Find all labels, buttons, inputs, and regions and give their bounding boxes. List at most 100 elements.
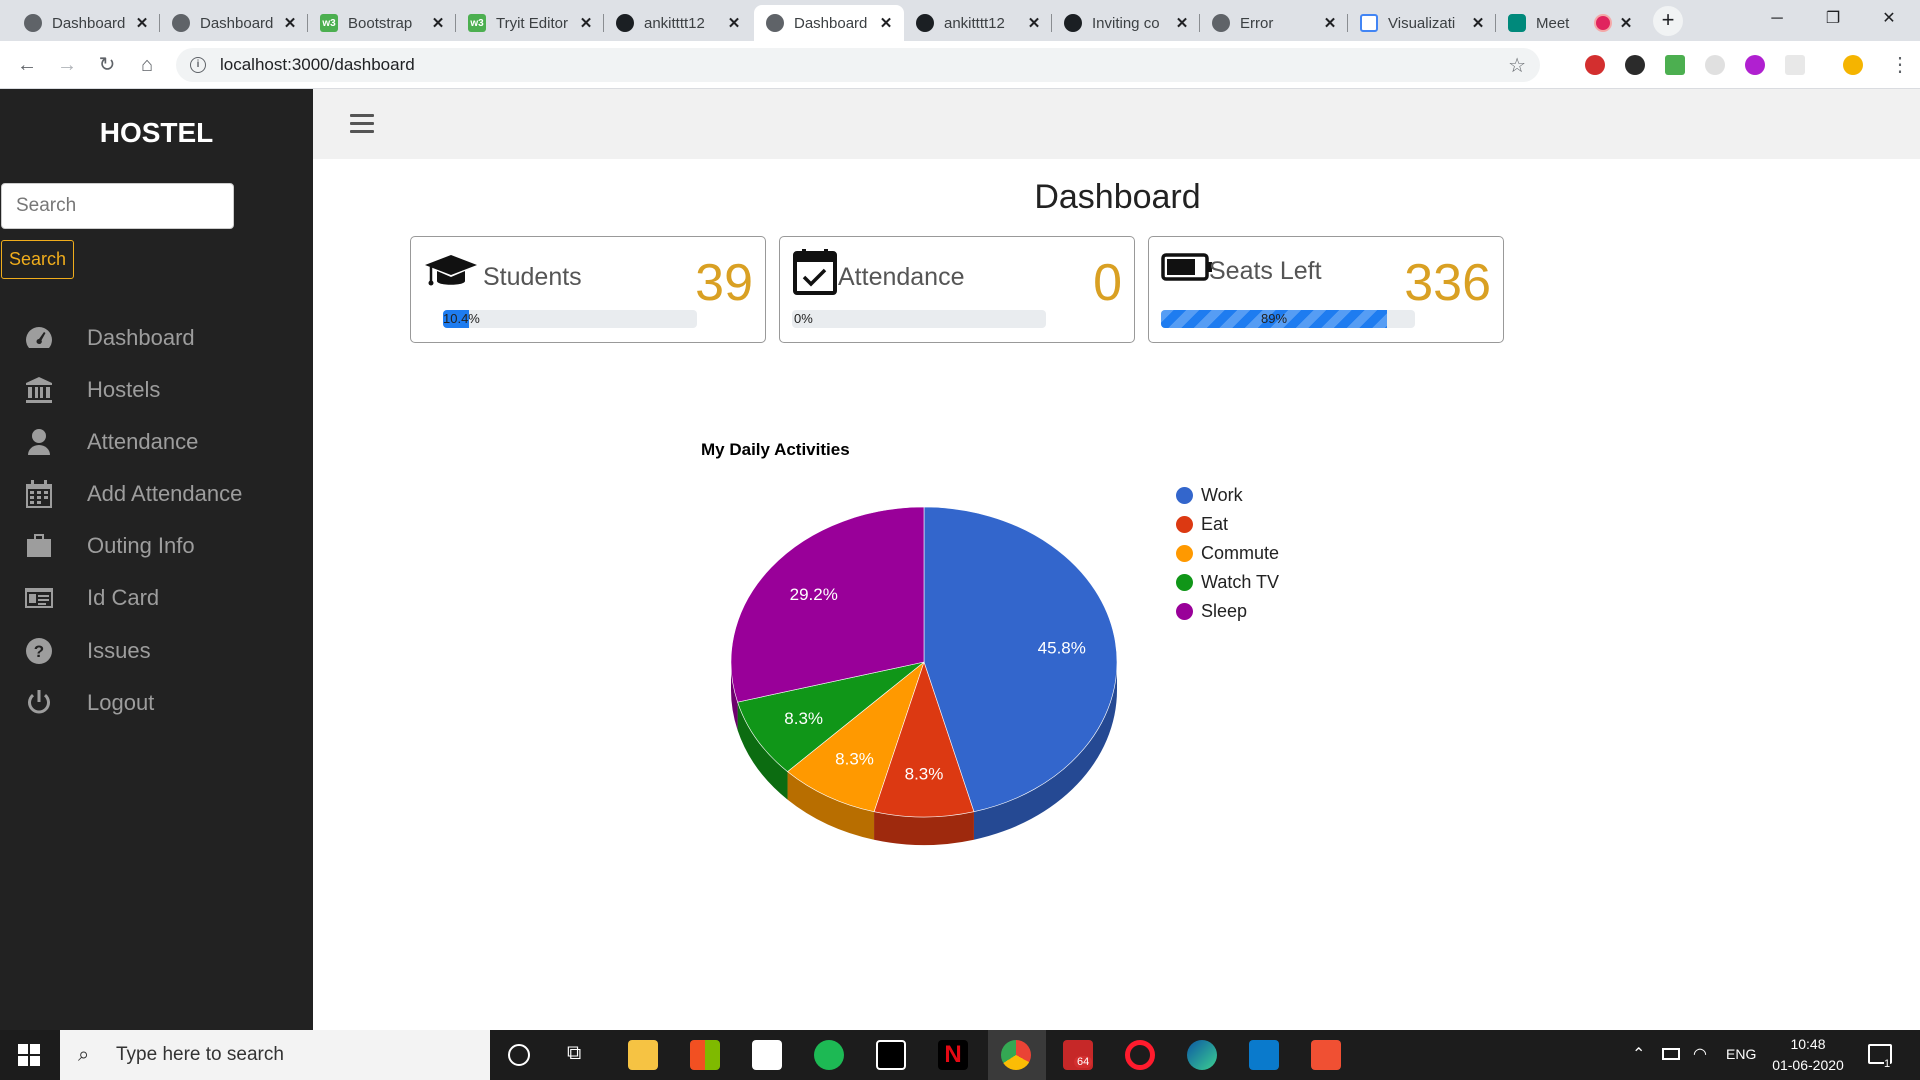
close-icon[interactable]: ✕ xyxy=(282,14,298,32)
pie-slice-side-commute[interactable] xyxy=(787,771,875,840)
vscode-icon[interactable] xyxy=(1249,1040,1279,1070)
url-text[interactable]: localhost:3000/dashboard xyxy=(220,55,1508,75)
forward-arrow-icon[interactable]: → xyxy=(51,49,83,81)
close-icon[interactable]: ✕ xyxy=(726,14,742,32)
menu-toggle-icon[interactable] xyxy=(350,114,374,136)
html-extension-icon[interactable] xyxy=(1665,55,1685,75)
tab-label: Tryit Editor xyxy=(496,14,568,32)
browser-tab[interactable]: Meet ✕ xyxy=(1496,5,1644,41)
file-explorer-icon[interactable] xyxy=(628,1040,658,1070)
pie-slice-label: 8.3% xyxy=(905,765,944,784)
pie-slice-side-watch-tv[interactable] xyxy=(737,702,788,800)
microsoft-office-icon[interactable] xyxy=(690,1040,720,1070)
more-menu-icon[interactable]: ⋮ xyxy=(1890,51,1910,79)
extension-icon[interactable] xyxy=(1625,55,1645,75)
sidebar-item-hostels[interactable]: Hostels xyxy=(0,368,313,412)
sidebar-item-add-attendance[interactable]: Add Attendance xyxy=(0,472,313,516)
github-icon xyxy=(1064,14,1082,32)
browser-tab[interactable]: w3 Bootstrap ✕ xyxy=(308,5,456,41)
profile-avatar[interactable] xyxy=(1843,55,1863,75)
browser-tab[interactable]: Visualizati ✕ xyxy=(1348,5,1496,41)
intellij-icon[interactable] xyxy=(876,1040,906,1070)
store-icon[interactable] xyxy=(752,1040,782,1070)
home-icon[interactable]: ⌂ xyxy=(131,49,163,81)
new-tab-button[interactable]: + xyxy=(1653,6,1683,36)
opera-icon[interactable] xyxy=(1125,1040,1155,1070)
close-icon[interactable]: ✕ xyxy=(1174,14,1190,32)
netflix-icon[interactable]: N xyxy=(938,1040,968,1070)
browser-tab[interactable]: Error ✕ xyxy=(1200,5,1348,41)
close-icon[interactable]: ✕ xyxy=(1026,14,1042,32)
info-icon[interactable]: i xyxy=(190,57,206,73)
clock-time[interactable]: 10:48 xyxy=(1768,1036,1848,1052)
sidebar-item-dashboard[interactable]: Dashboard xyxy=(0,316,313,360)
restore-button[interactable]: ❐ xyxy=(1806,0,1860,38)
sidebar-item-label: Add Attendance xyxy=(87,481,243,506)
spotify-icon[interactable] xyxy=(814,1040,844,1070)
edge-icon[interactable] xyxy=(1187,1040,1217,1070)
pie-slice-side-eat[interactable] xyxy=(874,811,974,845)
sidebar-search-input[interactable] xyxy=(1,183,234,229)
close-window-button[interactable]: ✕ xyxy=(1862,0,1916,38)
extension-icon[interactable] xyxy=(1705,55,1725,75)
tab-label: Error xyxy=(1240,14,1274,32)
legend-item[interactable]: Watch TV xyxy=(1176,572,1279,593)
pie-slice-watch-tv[interactable] xyxy=(737,661,925,772)
reload-icon[interactable]: ↻ xyxy=(91,49,123,81)
sidebar-item-outing-info[interactable]: Outing Info xyxy=(0,524,313,568)
legend-label: Eat xyxy=(1201,514,1229,534)
browser-tab[interactable]: Dashboard ✕ xyxy=(12,5,160,41)
tab-label: ankitttt12 xyxy=(644,14,705,32)
sidebar-item-attendance[interactable]: Attendance xyxy=(0,420,313,464)
close-icon[interactable]: ✕ xyxy=(430,14,446,32)
wifi-icon[interactable]: ◠ xyxy=(1693,1044,1707,1064)
close-icon[interactable]: ✕ xyxy=(134,14,150,32)
adblock-extension-icon[interactable] xyxy=(1585,55,1605,75)
visualization-icon xyxy=(1360,14,1378,32)
browser-tab[interactable]: Dashboard ✕ xyxy=(160,5,308,41)
pie-slice-label: 8.3% xyxy=(835,750,874,769)
meet-icon xyxy=(1508,14,1526,32)
sidebar-item-logout[interactable]: Logout xyxy=(0,681,313,725)
windows-start-icon[interactable] xyxy=(18,1044,40,1066)
browser-tab[interactable]: w3 Tryit Editor ✕ xyxy=(456,5,604,41)
browser-tab[interactable]: Inviting co ✕ xyxy=(1052,5,1200,41)
task-view-icon[interactable]: ⧉ xyxy=(567,1042,581,1065)
pie-slice-side-sleep[interactable] xyxy=(731,662,738,731)
chrome-icon[interactable] xyxy=(1001,1040,1031,1070)
pie-slice-commute[interactable] xyxy=(787,661,925,813)
back-arrow-icon[interactable]: ← xyxy=(11,49,43,81)
sidebar-item-id-card[interactable]: Id Card xyxy=(0,576,313,620)
address-bar[interactable]: i localhost:3000/dashboard ☆ xyxy=(176,48,1540,82)
sidebar-search-button[interactable]: Search xyxy=(1,240,74,279)
chevron-up-icon[interactable]: ⌃ xyxy=(1632,1044,1645,1064)
browser-tab[interactable]: ankitttt12 ✕ xyxy=(904,5,1052,41)
close-icon[interactable]: ✕ xyxy=(878,14,894,32)
pie-slice-sleep[interactable] xyxy=(730,506,925,703)
battery-status-icon[interactable] xyxy=(1662,1048,1680,1060)
extension-icon[interactable] xyxy=(1785,55,1805,75)
bookmark-star-icon[interactable]: ☆ xyxy=(1508,53,1526,78)
git-icon[interactable] xyxy=(1311,1040,1341,1070)
browser-tab-active[interactable]: Dashboard ✕ xyxy=(754,5,904,41)
legend-item[interactable]: Sleep xyxy=(1176,601,1247,622)
tab-label: Inviting co xyxy=(1092,14,1160,32)
legend-item[interactable]: Work xyxy=(1176,485,1243,506)
taskbar-search-box[interactable]: ⌕ Type here to search xyxy=(60,1030,490,1080)
sidebar-item-issues[interactable]: ? Issues xyxy=(0,629,313,673)
pie-slice-side-work[interactable] xyxy=(973,662,1117,840)
extension-icon[interactable] xyxy=(1745,55,1765,75)
close-icon[interactable]: ✕ xyxy=(578,14,594,32)
language-indicator[interactable]: ENG xyxy=(1726,1046,1756,1062)
pie-slice-eat[interactable] xyxy=(873,661,975,818)
close-icon[interactable]: ✕ xyxy=(1322,14,1338,32)
pie-slice-work[interactable] xyxy=(923,506,1118,813)
close-icon[interactable]: ✕ xyxy=(1618,14,1634,32)
cortana-icon[interactable] xyxy=(508,1044,530,1066)
clock-date[interactable]: 01-06-2020 xyxy=(1764,1057,1852,1073)
browser-tab[interactable]: ankitttt12 ✕ xyxy=(604,5,752,41)
close-icon[interactable]: ✕ xyxy=(1470,14,1486,32)
minimize-button[interactable]: ─ xyxy=(1750,0,1804,38)
legend-item[interactable]: Eat xyxy=(1176,514,1228,535)
legend-item[interactable]: Commute xyxy=(1176,543,1279,564)
